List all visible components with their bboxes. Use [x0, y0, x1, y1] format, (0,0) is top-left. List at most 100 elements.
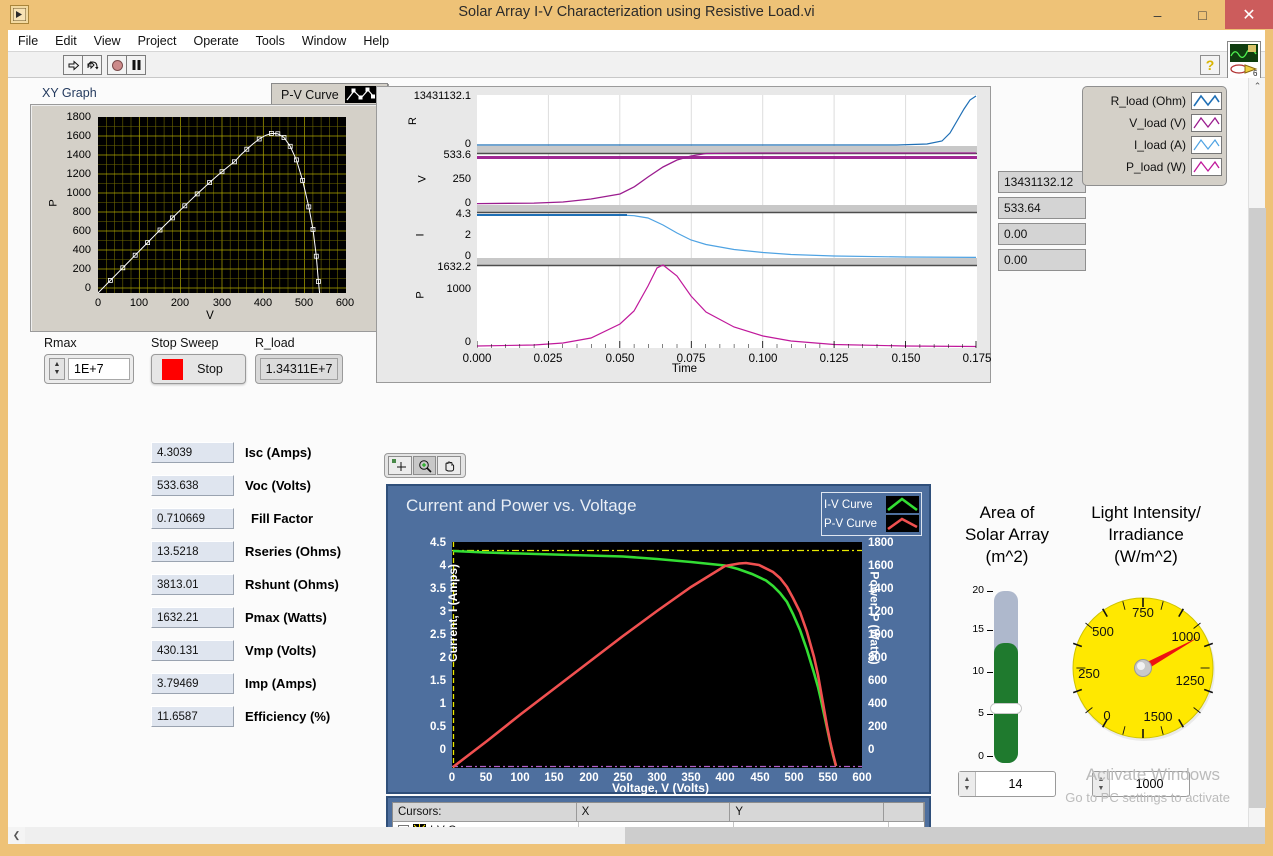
area-caption-line2: Solar Array: [964, 525, 1050, 544]
cursor-col-y: Y: [730, 803, 885, 821]
graph-palette[interactable]: [384, 453, 466, 478]
plot-legend-icon[interactable]: [344, 86, 376, 103]
rload-value: 1.34311E+7: [260, 358, 338, 380]
legend-row-rload[interactable]: R_load (Ohm): [1087, 90, 1222, 112]
area-value[interactable]: 14: [976, 777, 1055, 791]
indicator-label-rseries: Rseries (Ohms): [245, 544, 342, 559]
legend-row-pv-curve[interactable]: P-V Curve: [824, 514, 919, 533]
horizontal-scroll-track[interactable]: [25, 827, 625, 844]
scroll-left-icon[interactable]: ❮: [8, 827, 25, 844]
plot-style-icon-iload[interactable]: [1191, 136, 1222, 154]
xy-ytick: 1800: [66, 111, 91, 123]
tc-ytick-p-top: 1632.2: [437, 261, 471, 273]
svg-text:1250: 1250: [1176, 673, 1205, 688]
area-tick: 15: [972, 623, 984, 635]
indicator-value-vmp: 430.131: [151, 640, 234, 661]
vertical-scroll-thumb[interactable]: [1249, 208, 1266, 808]
pause-icon[interactable]: [126, 55, 146, 75]
run-arrow-icon[interactable]: [63, 55, 83, 75]
abort-stop-icon[interactable]: [107, 55, 127, 75]
maximize-button[interactable]: □: [1180, 0, 1225, 29]
cursor-legend-widget[interactable]: Cursors: X Y − I-V Curve: [386, 796, 931, 827]
area-stepper[interactable]: ▲ ▼: [959, 772, 976, 796]
menu-item-project[interactable]: Project: [138, 34, 177, 48]
run-continuous-icon[interactable]: [82, 55, 102, 75]
toolbar: ? 6: [8, 41, 1265, 79]
xy-ytick: 1400: [66, 149, 91, 161]
zoom-tool-icon[interactable]: [412, 456, 437, 475]
time-chart-legend[interactable]: R_load (Ohm) V_load (V) I_load (A) P_loa…: [1082, 86, 1227, 186]
legend-row-pload[interactable]: P_load (W): [1087, 156, 1222, 178]
tc-ytick-v-top: 533.6: [443, 149, 471, 161]
iv-chart-legend[interactable]: I-V Curve P-V Curve: [821, 492, 922, 536]
iv-ytick-left: 2: [439, 652, 446, 664]
rmax-stepper[interactable]: ▲ ▼: [49, 358, 65, 380]
area-slider-thumb[interactable]: [990, 703, 1022, 714]
indicator-label-pmax: Pmax (Watts): [245, 610, 327, 625]
irradiance-gauge-widget[interactable]: Light Intensity/ Irradiance (W/m^2) 750 …: [1066, 503, 1226, 797]
xy-graph-widget: XY Graph P-V Curve 1800 1600 1400 1200 1…: [30, 83, 388, 332]
xy-xtick: 600: [335, 297, 355, 309]
rmax-value[interactable]: 1E+7: [68, 358, 130, 380]
rload-indicator: 1.34311E+7: [255, 354, 343, 384]
cursor-tool-icon[interactable]: [388, 456, 412, 475]
iv-chart-plot-area[interactable]: [452, 542, 862, 768]
irradiance-gauge-dial[interactable]: 750 500 250 0 1500 1250 1000: [1066, 591, 1221, 746]
area-tick: 5: [978, 707, 984, 719]
iv-ytick-left: 1: [439, 698, 446, 710]
plot-style-icon-rload[interactable]: [1191, 92, 1222, 110]
minimize-button[interactable]: –: [1135, 0, 1180, 29]
menu-item-view[interactable]: View: [94, 34, 121, 48]
legend-row-iload[interactable]: I_load (A): [1087, 134, 1222, 156]
pan-tool-icon[interactable]: [437, 456, 462, 475]
iv-ytick-left: 4.5: [430, 537, 446, 549]
menu-item-window[interactable]: Window: [302, 34, 346, 48]
indicator-label-isc: Isc (Amps): [245, 445, 312, 460]
iv-pv-chart-widget[interactable]: Current and Power vs. Voltage I-V Curve …: [386, 484, 931, 795]
stop-led-icon: [162, 358, 183, 380]
help-button[interactable]: ?: [1200, 55, 1220, 75]
iv-ytick-right: 1600: [868, 560, 894, 572]
area-slider-track[interactable]: [990, 591, 1022, 763]
xy-xtick: 100: [129, 297, 149, 309]
xy-graph-plot-legend[interactable]: P-V Curve: [271, 83, 388, 106]
indicator-label-imp: Imp (Amps): [245, 676, 317, 691]
iv-ytick-left: 3: [439, 606, 446, 618]
menu-item-operate[interactable]: Operate: [193, 34, 238, 48]
cursor-legend-table[interactable]: Cursors: X Y − I-V Curve: [392, 802, 925, 827]
svg-text:1500: 1500: [1144, 709, 1173, 724]
horizontal-scrollbar[interactable]: ❮: [8, 827, 1265, 844]
stop-sweep-label: Stop Sweep: [151, 336, 219, 350]
xy-ytick: 200: [72, 263, 91, 275]
xy-plot-area[interactable]: [98, 117, 346, 293]
stop-button-label: Stop: [197, 362, 223, 376]
time-chart-widget[interactable]: 13431132.1 0 R 533.6 250 0 V 4.3 2 0 I 1…: [376, 86, 991, 383]
menu-item-help[interactable]: Help: [363, 34, 389, 48]
iv-axis-label-x: Voltage, V (Volts): [612, 781, 709, 795]
digital-display-pload: 0.00: [998, 249, 1086, 271]
area-slider-widget[interactable]: Area of Solar Array (m^2) 20 15 10 5 0 ▲…: [952, 503, 1062, 797]
menu-item-edit[interactable]: Edit: [55, 34, 77, 48]
plot-style-icon-pload[interactable]: [1191, 158, 1222, 176]
irradiance-caption-line3: (W/m^2): [1114, 547, 1178, 566]
scroll-up-icon[interactable]: ⌃: [1249, 78, 1266, 95]
rmax-control[interactable]: ▲ ▼ 1E+7: [44, 354, 134, 384]
vi-icon-badge[interactable]: 6: [1227, 41, 1261, 79]
stop-sweep-button[interactable]: Stop: [151, 354, 246, 384]
legend-row-iv-curve[interactable]: I-V Curve: [824, 495, 919, 514]
legend-row-vload[interactable]: V_load (V): [1087, 112, 1222, 134]
indicator-value-rshunt: 3813.01: [151, 574, 234, 595]
plot-style-icon-iv-curve[interactable]: [886, 496, 919, 513]
time-chart-plot-area[interactable]: [477, 95, 977, 348]
indicator-value-voc: 533.638: [151, 475, 234, 496]
menu-item-tools[interactable]: Tools: [256, 34, 285, 48]
plot-style-icon-pv-curve[interactable]: [886, 515, 919, 532]
horizontal-scroll-thumb[interactable]: [625, 827, 1265, 844]
iv-ytick-right: 0: [868, 744, 875, 756]
menu-item-file[interactable]: File: [18, 34, 38, 48]
plot-style-icon-vload[interactable]: [1191, 114, 1222, 132]
close-button[interactable]: ✕: [1225, 0, 1273, 29]
vertical-scrollbar[interactable]: ⌃: [1248, 78, 1266, 827]
area-numeric-control[interactable]: ▲ ▼ 14: [958, 771, 1056, 797]
xy-graph-frame[interactable]: 1800 1600 1400 1200 1000 800 600 400 200…: [30, 104, 388, 332]
